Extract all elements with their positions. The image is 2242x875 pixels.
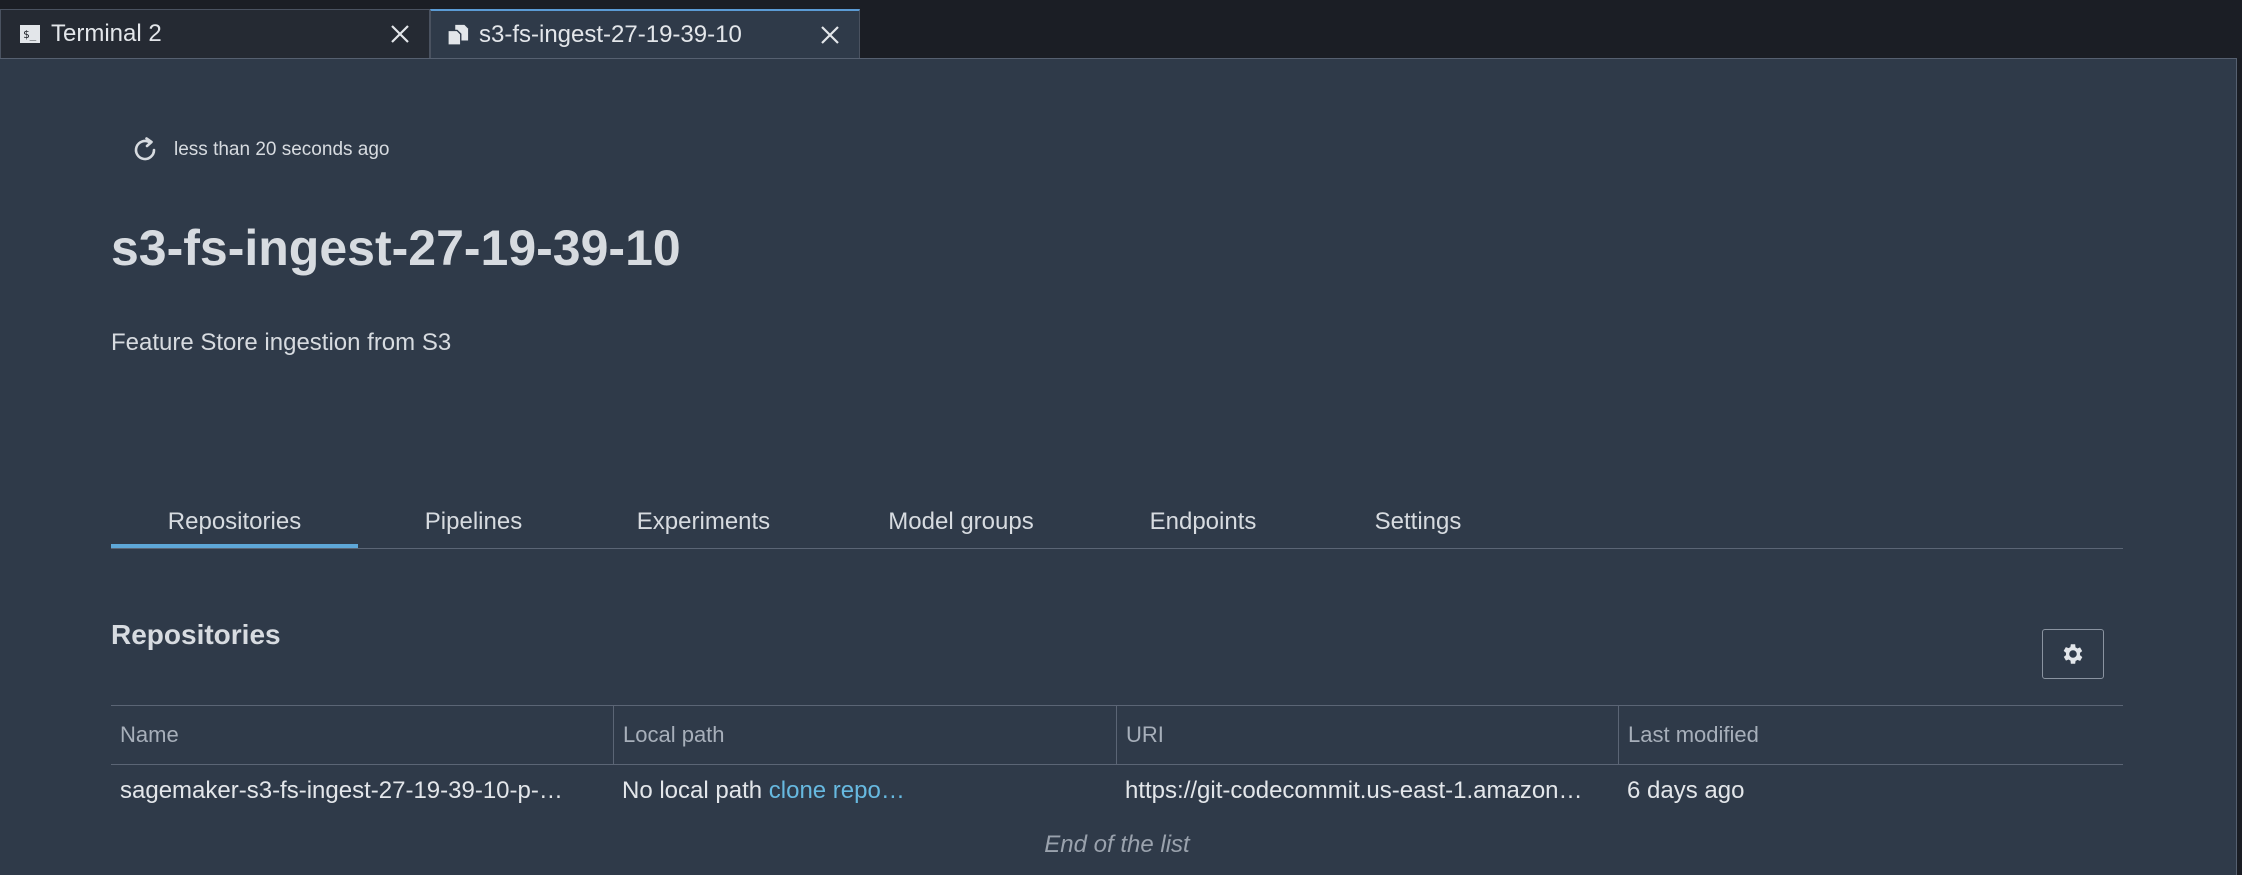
tab-pipelines[interactable]: Pipelines [396,489,551,548]
tab-label: s3-fs-ingest-27-19-39-10 [479,21,742,48]
table-preferences-button[interactable] [2042,629,2104,679]
local-path-cell: No local path clone repo… [613,765,1116,817]
column-header-uri[interactable]: URI [1116,706,1618,764]
close-icon[interactable] [819,24,841,46]
column-header-last-modified[interactable]: Last modified [1618,706,2123,764]
page-title: s3-fs-ingest-27-19-39-10 [111,220,681,276]
clone-repo-link[interactable]: clone repo… [769,777,905,804]
section-title: Repositories [111,619,281,650]
column-header-local-path[interactable]: Local path [613,706,1116,764]
refresh-timestamp: less than 20 seconds ago [174,139,390,160]
project-tabs: Repositories Pipelines Experiments Model… [111,489,2123,549]
tab-settings[interactable]: Settings [1343,489,1493,548]
svg-text:$_: $_ [23,28,37,41]
tab-repositories[interactable]: Repositories [111,489,358,548]
project-description: Feature Store ingestion from S3 [111,329,452,356]
tab-project[interactable]: s3-fs-ingest-27-19-39-10 [430,9,860,59]
editor-tab-bar: $_ Terminal 2 s3-fs-ingest-27-19-39-10 [0,0,2242,59]
uri-cell: https://git-codecommit.us-east-1.amazon… [1125,777,1583,804]
refresh-status: less than 20 seconds ago [130,135,390,165]
gear-icon [2060,641,2086,667]
end-of-list-text: End of the list [1044,831,1190,858]
tab-label: Terminal 2 [51,20,162,47]
column-header-name[interactable]: Name [111,706,613,764]
tab-experiments[interactable]: Experiments [606,489,801,548]
repositories-table: Name Local path URI Last modified sagema… [111,705,2123,858]
terminal-icon: $_ [19,23,41,45]
table-row[interactable]: sagemaker-s3-fs-ingest-27-19-39-10-p-… N… [111,765,2123,817]
table-header: Name Local path URI Last modified [111,705,2123,765]
document-icon [447,24,469,46]
refresh-icon[interactable] [130,135,160,165]
tab-model-groups[interactable]: Model groups [856,489,1066,548]
local-path-text: No local path [622,777,763,804]
last-modified-cell: 6 days ago [1627,777,1745,804]
project-detail-panel: less than 20 seconds ago s3-fs-ingest-27… [0,58,2237,875]
close-icon[interactable] [389,23,411,45]
repo-name-cell: sagemaker-s3-fs-ingest-27-19-39-10-p-… [120,777,563,804]
tab-terminal-2[interactable]: $_ Terminal 2 [0,9,430,58]
tab-endpoints[interactable]: Endpoints [1118,489,1288,548]
